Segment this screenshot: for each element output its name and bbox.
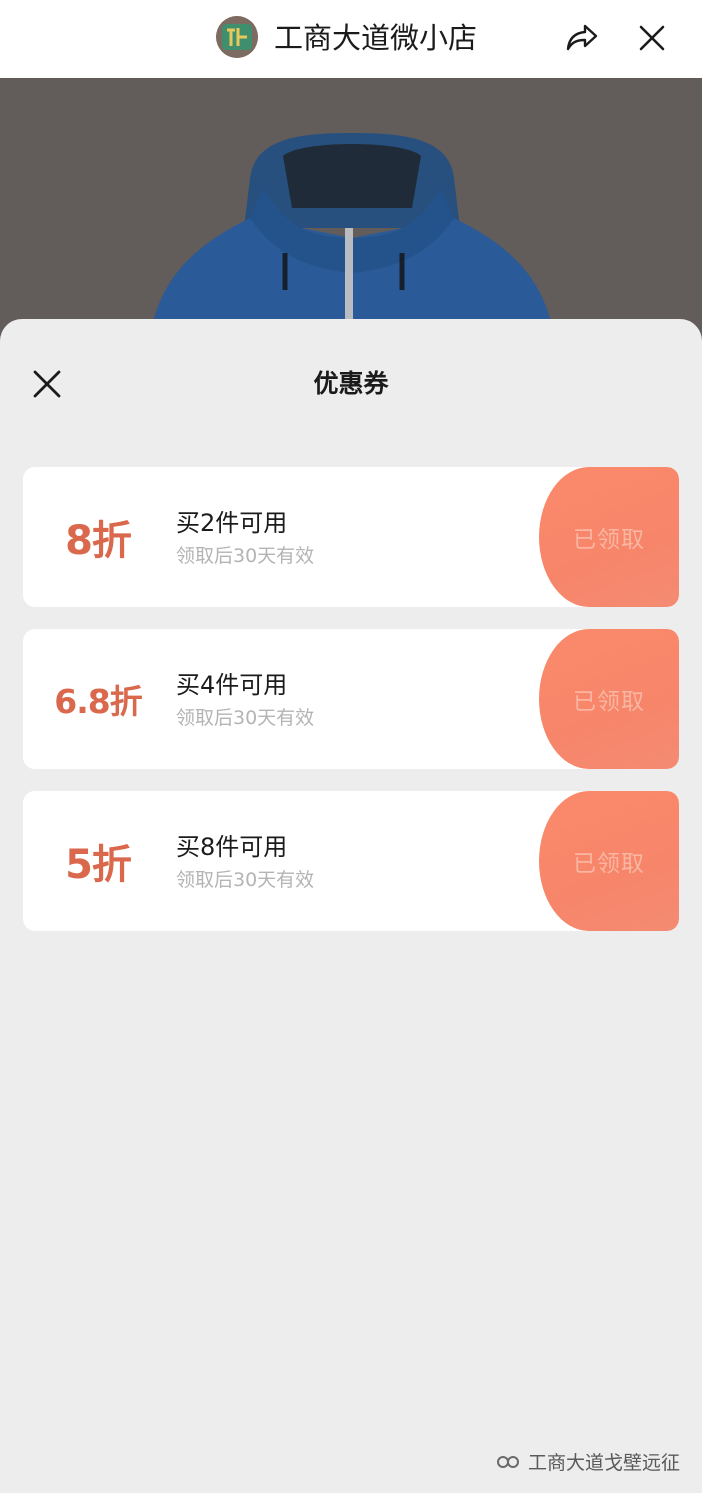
close-button[interactable]	[632, 18, 672, 58]
coupon-condition: 买4件可用	[176, 671, 288, 699]
coupon-claimed-button[interactable]: 已领取	[539, 467, 679, 607]
coupon-discount: 8折	[65, 518, 132, 564]
coupon-validity: 领取后30天有效	[176, 545, 315, 567]
coupon-claimed-button[interactable]: 已领取	[539, 791, 679, 931]
close-icon	[639, 25, 665, 51]
top-bar: 工商大道微小店	[0, 0, 702, 78]
coupon-validity: 领取后30天有效	[176, 707, 315, 729]
shop-name: 工商大道微小店	[274, 21, 478, 55]
coupon-condition: 买8件可用	[176, 833, 288, 861]
coupon-condition: 买2件可用	[176, 509, 288, 537]
coupon-discount: 6.8折	[54, 682, 142, 721]
coupon-discount: 5折	[65, 842, 132, 888]
coupon-claimed-button[interactable]: 已领取	[539, 629, 679, 769]
share-button[interactable]	[562, 18, 602, 58]
coupon-card: 6.8折 买4件可用 领取后30天有效 已领取	[23, 629, 679, 769]
watermark: 工商大道戈壁远征	[496, 1448, 680, 1475]
coupon-validity: 领取后30天有效	[176, 869, 315, 891]
watermark-text: 工商大道戈壁远征	[527, 1452, 680, 1474]
coupon-card: 8折 买2件可用 领取后30天有效 已领取	[23, 467, 679, 607]
wechat-channel-icon	[496, 1455, 519, 1468]
sheet-title: 优惠券	[313, 369, 389, 398]
share-icon	[566, 24, 598, 51]
shop-logo[interactable]	[216, 16, 258, 58]
coupon-card: 5折 买8件可用 领取后30天有效 已领取	[23, 791, 679, 931]
